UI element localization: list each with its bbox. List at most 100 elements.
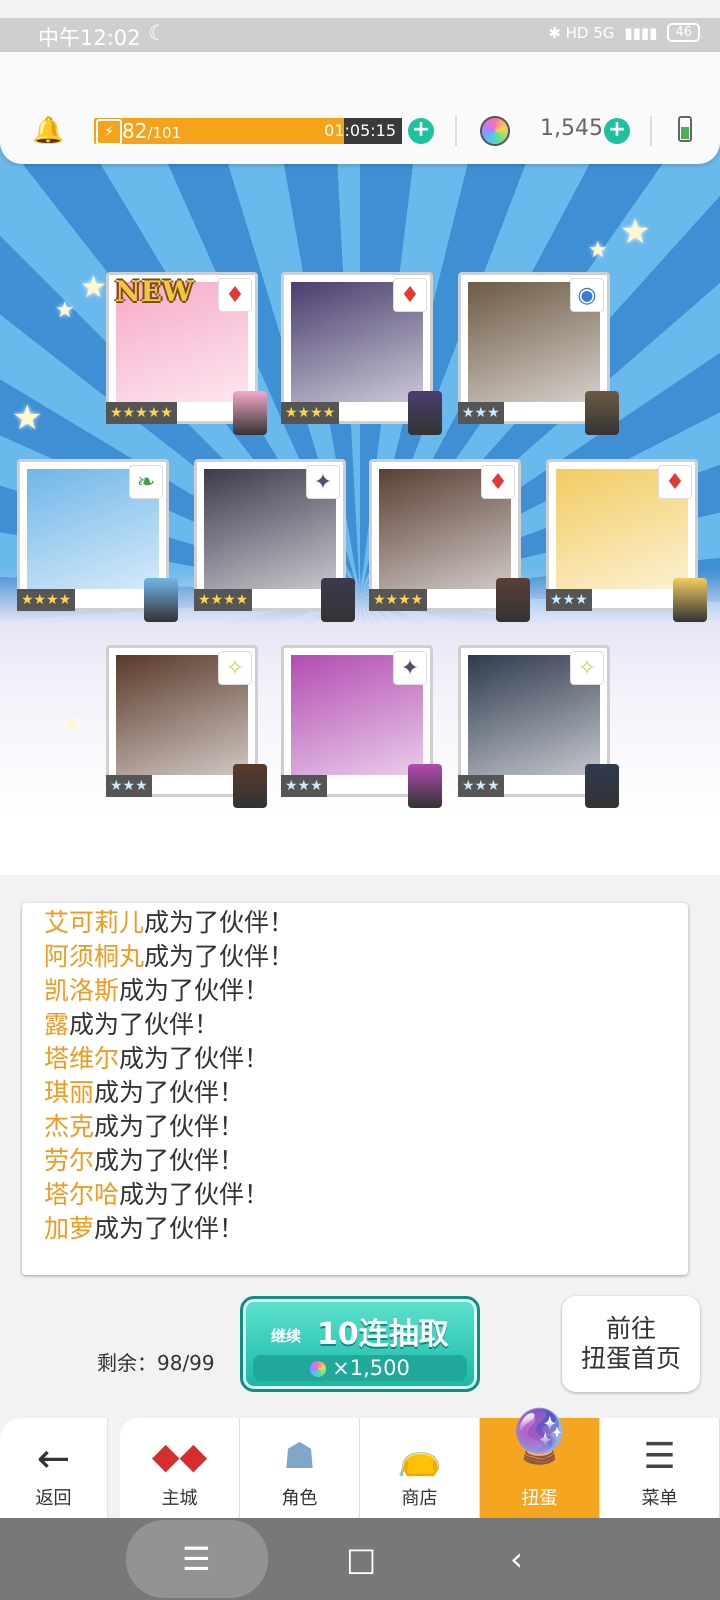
signal-icon: ▮▮▮▮ bbox=[624, 23, 658, 42]
pull-cost-value: ×1,500 bbox=[332, 1356, 410, 1380]
nav-menu[interactable]: ☰ 菜单 bbox=[600, 1418, 720, 1518]
gacha-orb-icon: 🔮 bbox=[507, 1407, 572, 1467]
log-line: 塔维尔成为了伙伴！ bbox=[44, 1039, 269, 1075]
rarity-stars: ★★★ bbox=[281, 775, 327, 797]
log-suffix: 成为了伙伴！ bbox=[119, 1180, 270, 1209]
character-name: 阿须桐丸 bbox=[44, 942, 145, 971]
log-line: 露成为了伙伴！ bbox=[44, 1005, 219, 1041]
chibi-sprite bbox=[673, 578, 707, 622]
system-nav-bar: ☰ □ ‹ bbox=[0, 1518, 720, 1600]
home-icon[interactable]: □ bbox=[346, 1540, 376, 1578]
log-suffix: 成为了伙伴！ bbox=[119, 976, 270, 1005]
star-decoration-icon: ★ bbox=[588, 238, 608, 263]
gem-icon bbox=[480, 116, 510, 146]
rarity-stars: ★★★★ bbox=[17, 589, 76, 611]
attribute-icon: ♦ bbox=[482, 466, 514, 498]
status-bar: 中午12:02 ☾ ✱ HD 5G ▮▮▮▮ 46 bbox=[0, 18, 720, 52]
divider bbox=[650, 116, 652, 146]
rarity-stars: ★★★ bbox=[106, 775, 152, 797]
character-card[interactable]: ◉ ★★★ bbox=[458, 272, 619, 435]
shop-bag-icon: 👝 bbox=[397, 1437, 442, 1478]
chibi-sprite bbox=[408, 391, 442, 435]
chibi-sprite bbox=[321, 578, 355, 622]
rarity-stars: ★★★★ bbox=[369, 589, 428, 611]
character-card[interactable]: ❧ ★★★★ bbox=[17, 459, 178, 622]
castle-icon: ◆◆ bbox=[151, 1436, 208, 1477]
nav-back-label: 返回 bbox=[35, 1488, 72, 1509]
rarity-stars: ★★★ bbox=[546, 589, 592, 611]
gem-count: 1,545 bbox=[540, 116, 603, 141]
rarity-stars: ★★★★ bbox=[281, 402, 340, 424]
recent-apps-icon[interactable]: ☰ bbox=[182, 1540, 211, 1578]
attribute-icon: ◉ bbox=[571, 279, 603, 311]
device-battery-icon bbox=[678, 116, 692, 142]
character-card[interactable]: ♦ ★★★ bbox=[546, 459, 707, 622]
character-name: 杰克 bbox=[44, 1112, 95, 1141]
nav-characters-label: 角色 bbox=[281, 1488, 318, 1509]
character-icon: ☗ bbox=[283, 1436, 316, 1477]
character-name: 露 bbox=[44, 1010, 70, 1039]
star-decoration-icon: ★ bbox=[62, 712, 82, 737]
rarity-stars: ★★★ bbox=[458, 775, 504, 797]
network-indicators: ✱ HD 5G bbox=[548, 23, 615, 42]
stamina-bar: ⚡ 82/101 01:05:15 bbox=[94, 118, 402, 146]
stamina-timer: 01:05:15 bbox=[324, 121, 396, 140]
notification-bell-icon[interactable]: 🔔 bbox=[32, 116, 64, 146]
chibi-sprite bbox=[496, 578, 530, 622]
nav-menu-label: 菜单 bbox=[641, 1488, 678, 1509]
log-line: 阿须桐丸成为了伙伴！ bbox=[44, 937, 294, 973]
goto-label-line1: 前往 bbox=[605, 1314, 656, 1343]
rarity-stars: ★★★★★ bbox=[106, 402, 177, 424]
continue-10-pull-button[interactable]: 继续 10连抽取 ×1,500 bbox=[240, 1296, 480, 1392]
add-stamina-button[interactable]: + bbox=[408, 118, 434, 144]
chibi-sprite bbox=[585, 391, 619, 435]
character-name: 加萝 bbox=[44, 1214, 95, 1243]
log-line: 塔尔哈成为了伙伴！ bbox=[44, 1175, 269, 1211]
attribute-icon: ✦ bbox=[307, 466, 339, 498]
character-name: 凯洛斯 bbox=[44, 976, 120, 1005]
pull-title: 10连抽取 bbox=[317, 1317, 449, 1352]
back-icon[interactable]: ‹ bbox=[510, 1540, 523, 1578]
gem-icon bbox=[310, 1361, 327, 1377]
character-card[interactable]: ✦ ★★★★ bbox=[194, 459, 355, 622]
bottom-nav: ← 返回 ◆◆ 主城 ☗ 角色 👝 商店 🔮 扭蛋 ☰ 菜单 bbox=[0, 1407, 720, 1518]
attribute-icon: ✦ bbox=[394, 652, 426, 684]
goto-label-line2: 扭蛋首页 bbox=[580, 1344, 681, 1373]
character-card[interactable]: ✧ ★★★ bbox=[106, 645, 267, 808]
battery-level: 46 bbox=[667, 23, 700, 42]
nav-shop[interactable]: 👝 商店 bbox=[360, 1418, 480, 1518]
character-card[interactable]: ✧ ★★★ bbox=[458, 645, 619, 808]
character-name: 塔维尔 bbox=[44, 1044, 120, 1073]
stamina-value: 82/101 bbox=[122, 118, 181, 146]
log-line: 加萝成为了伙伴！ bbox=[44, 1209, 244, 1245]
chibi-sprite bbox=[585, 764, 619, 808]
character-card[interactable]: NEW ♦ ★★★★★ bbox=[106, 272, 267, 435]
stamina-current: 82 bbox=[122, 119, 148, 143]
attribute-icon: ✧ bbox=[219, 652, 251, 684]
character-card[interactable]: ♦ ★★★★ bbox=[281, 272, 442, 435]
character-card[interactable]: ♦ ★★★★ bbox=[369, 459, 530, 622]
result-log: 艾可莉儿成为了伙伴！ 阿须桐丸成为了伙伴！ 凯洛斯成为了伙伴！ 露成为了伙伴！ 塔维尔成… bbox=[22, 903, 688, 1275]
moon-icon: ☾ bbox=[148, 21, 167, 45]
chibi-sprite bbox=[233, 391, 267, 435]
new-badge: NEW bbox=[115, 275, 194, 308]
log-line: 艾可莉儿成为了伙伴！ bbox=[44, 903, 294, 939]
star-decoration-icon: ★ bbox=[80, 270, 107, 305]
go-to-gacha-home-button[interactable]: 前往 扭蛋首页 bbox=[562, 1296, 700, 1392]
nav-gacha[interactable]: 🔮 扭蛋 bbox=[480, 1407, 600, 1518]
log-line: 劳尔成为了伙伴！ bbox=[44, 1141, 244, 1177]
star-decoration-icon: ★ bbox=[12, 398, 43, 438]
log-line: 凯洛斯成为了伙伴！ bbox=[44, 971, 269, 1007]
log-suffix: 成为了伙伴！ bbox=[94, 1112, 245, 1141]
add-gems-button[interactable]: + bbox=[604, 118, 630, 144]
nav-back[interactable]: ← 返回 bbox=[0, 1418, 108, 1518]
log-suffix: 成为了伙伴！ bbox=[94, 1146, 245, 1175]
clock: 中午12:02 bbox=[38, 26, 141, 50]
menu-list-icon: ☰ bbox=[643, 1436, 676, 1477]
nav-gacha-label: 扭蛋 bbox=[521, 1488, 558, 1509]
nav-home[interactable]: ◆◆ 主城 bbox=[120, 1418, 240, 1518]
character-card[interactable]: ✦ ★★★ bbox=[281, 645, 442, 808]
resource-header: 🔔 ⚡ 82/101 01:05:15 + 1,545 + bbox=[0, 52, 720, 164]
nav-characters[interactable]: ☗ 角色 bbox=[240, 1418, 360, 1518]
back-arrow-icon: ← bbox=[36, 1436, 71, 1482]
